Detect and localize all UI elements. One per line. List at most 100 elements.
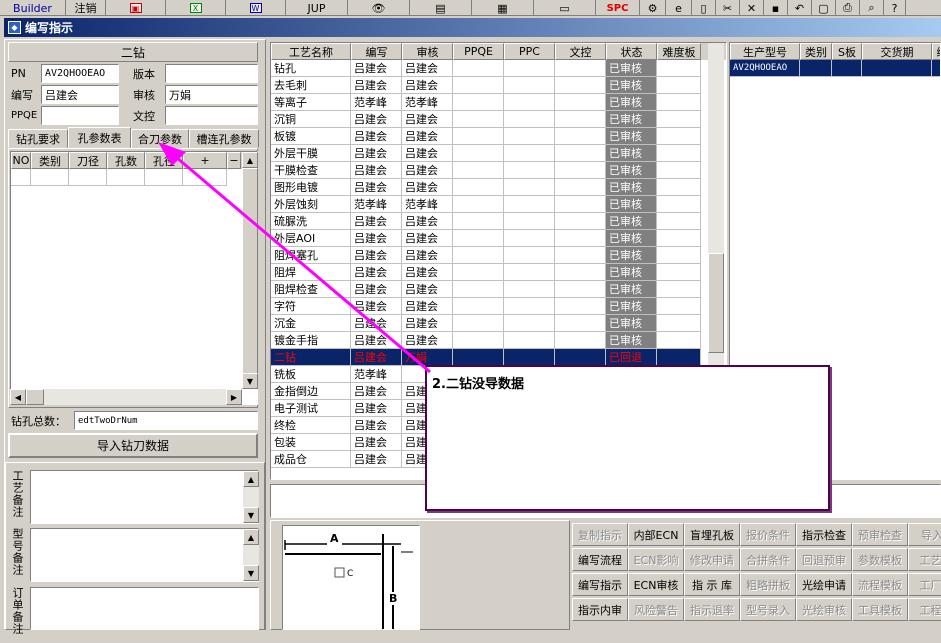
action-button[interactable]: 指示检查 bbox=[796, 523, 852, 546]
logout-button[interactable]: 注销 bbox=[66, 0, 106, 16]
action-button[interactable]: 指 示 库 bbox=[684, 573, 740, 596]
column-header[interactable]: S板 bbox=[832, 43, 862, 60]
eye-icon[interactable]: 👁 bbox=[348, 0, 410, 16]
tab-tool-parameters[interactable]: 合刀参数 bbox=[131, 129, 189, 148]
close-icon[interactable]: ✕ bbox=[740, 0, 764, 16]
action-button[interactable]: 流程模板 bbox=[852, 573, 908, 596]
action-button[interactable]: 工具模板 bbox=[852, 598, 908, 621]
builder-menu[interactable]: Builder bbox=[0, 0, 66, 16]
action-button[interactable]: 指示内审 bbox=[572, 598, 628, 621]
spc-button[interactable]: SPC bbox=[596, 0, 640, 16]
review-field[interactable]: 万娟 bbox=[165, 85, 258, 104]
action-button[interactable]: ECN审核 bbox=[628, 573, 684, 596]
column-header[interactable]: 孔数 bbox=[107, 152, 145, 169]
ppqe-field[interactable] bbox=[41, 106, 119, 125]
action-button[interactable]: 工程暂 bbox=[908, 598, 941, 621]
tab-hole-parameters[interactable]: 孔参数表 bbox=[68, 127, 131, 148]
table-row[interactable]: 外层AOI 吕建会 吕建会 已审核 bbox=[271, 230, 726, 247]
help-icon[interactable]: ? bbox=[884, 0, 906, 16]
tab-slot-parameters[interactable]: 槽连孔参数 bbox=[189, 129, 259, 148]
table-row[interactable]: 阻焊塞孔 吕建会 吕建会 已审核 bbox=[271, 247, 726, 264]
process-note-field[interactable] bbox=[30, 470, 259, 524]
action-button[interactable]: 导入C bbox=[908, 523, 941, 546]
save-icon[interactable]: ▪ bbox=[764, 0, 788, 16]
pn-field[interactable]: AV2QHOOEAO bbox=[41, 64, 119, 83]
column-header[interactable]: NO bbox=[11, 152, 31, 169]
model-note-scrollbar[interactable]: ▲ ▼ bbox=[243, 529, 259, 581]
network-icon[interactable]: ▦ bbox=[472, 0, 534, 16]
database-icon[interactable]: ▤ bbox=[410, 0, 472, 16]
action-button[interactable]: 报价条件 bbox=[740, 523, 796, 546]
cut-icon[interactable]: ✂ bbox=[716, 0, 740, 16]
action-button[interactable]: 修改申请 bbox=[684, 548, 740, 571]
column-header[interactable]: 工艺名称 bbox=[271, 43, 351, 60]
table-row[interactable]: 图形电镀 吕建会 吕建会 已审核 bbox=[271, 179, 726, 196]
new-file-icon[interactable]: ▯ bbox=[692, 0, 716, 16]
column-header[interactable]: 生产型号 bbox=[730, 43, 800, 60]
undo-icon[interactable]: ↶ bbox=[788, 0, 812, 16]
column-header[interactable]: 编写 bbox=[351, 43, 402, 60]
table-row[interactable]: 阻焊检查 吕建会 吕建会 已审核 bbox=[271, 281, 726, 298]
scroll-up-arrow-icon[interactable]: ▲ bbox=[242, 152, 258, 168]
action-button[interactable]: 工艺计 bbox=[908, 548, 941, 571]
action-button[interactable]: 风险警告 bbox=[628, 598, 684, 621]
writer-field[interactable]: 吕建会 bbox=[41, 85, 119, 104]
doc-control-field[interactable] bbox=[165, 106, 258, 125]
column-header[interactable]: PPQE bbox=[453, 43, 504, 60]
word-icon[interactable]: W bbox=[226, 0, 286, 16]
action-button[interactable]: 指示退率 bbox=[684, 598, 740, 621]
model-note-field[interactable] bbox=[30, 528, 259, 582]
column-header[interactable]: 编 bbox=[932, 43, 940, 60]
column-header[interactable]: 审核 bbox=[402, 43, 453, 60]
action-button[interactable]: 回退预审 bbox=[796, 548, 852, 571]
action-button[interactable]: 盲埋孔板 bbox=[684, 523, 740, 546]
column-header[interactable]: − bbox=[227, 152, 241, 169]
browser-icon[interactable]: e bbox=[666, 0, 692, 16]
hscroll-thumb[interactable] bbox=[26, 389, 44, 405]
column-header[interactable]: + bbox=[183, 152, 227, 169]
action-button[interactable]: 内部ECN bbox=[628, 523, 684, 546]
process-note-scrollbar[interactable]: ▲ ▼ bbox=[243, 471, 259, 523]
param-vertical-scrollbar[interactable]: ▲ ▼ bbox=[242, 152, 258, 389]
column-header[interactable]: 刀径 bbox=[69, 152, 107, 169]
report-icon[interactable]: ▣ bbox=[106, 0, 166, 16]
table-row[interactable]: 干膜检查 吕建会 吕建会 已审核 bbox=[271, 162, 726, 179]
action-button[interactable]: 复制指示 bbox=[572, 523, 628, 546]
hole-param-grid[interactable]: NO 类别 刀径 孔数 孔径 + − bbox=[10, 151, 258, 405]
table-row[interactable]: 沉铜 吕建会 吕建会 已审核 bbox=[271, 111, 726, 128]
action-button[interactable]: 工厂警 bbox=[908, 573, 941, 596]
print-icon[interactable]: ⎙ bbox=[836, 0, 860, 16]
tab-drill-requirements[interactable]: 钻孔要求 bbox=[8, 129, 68, 148]
param-horizontal-scrollbar[interactable]: ◀ ▶ bbox=[10, 389, 242, 405]
table-row[interactable]: 外层蚀刻 范孝峰 范孝峰 已审核 bbox=[271, 196, 726, 213]
scroll-left-arrow-icon[interactable]: ◀ bbox=[10, 389, 26, 405]
column-header[interactable]: 类别 bbox=[800, 43, 832, 60]
order-note-field[interactable] bbox=[30, 587, 259, 630]
table-row[interactable]: 二钻 吕建会 万娟 已回退 bbox=[271, 349, 726, 366]
table-row[interactable]: 等离子 范孝峰 范孝峰 已审核 bbox=[271, 94, 726, 111]
table-row[interactable]: 去毛刺 吕建会 吕建会 已审核 bbox=[271, 77, 726, 94]
table-row[interactable]: 沉金 吕建会 吕建会 已审核 bbox=[271, 315, 726, 332]
table-row[interactable]: 外层干膜 吕建会 吕建会 已审核 bbox=[271, 145, 726, 162]
table-row[interactable]: 阻焊 吕建会 吕建会 已审核 bbox=[271, 264, 726, 281]
column-header[interactable]: 类别 bbox=[31, 152, 69, 169]
action-button[interactable]: 光绘审核 bbox=[796, 598, 852, 621]
column-header[interactable]: 状态 bbox=[606, 43, 657, 60]
scroll-down-arrow-icon[interactable]: ▼ bbox=[242, 373, 258, 389]
excel-icon[interactable]: X bbox=[166, 0, 226, 16]
table-row[interactable]: 硫脲洗 吕建会 吕建会 已审核 bbox=[271, 213, 726, 230]
drill-total-field[interactable]: edtTwoDrNum bbox=[74, 411, 258, 430]
action-button[interactable]: 编写指示 bbox=[572, 573, 628, 596]
table-row[interactable]: AV2QHOOEAO bbox=[730, 60, 940, 77]
action-button[interactable]: 编写流程 bbox=[572, 548, 628, 571]
action-button[interactable]: 光绘申请 bbox=[796, 573, 852, 596]
column-header[interactable]: 交货期 bbox=[862, 43, 932, 60]
table-row[interactable]: 字符 吕建会 吕建会 已审核 bbox=[271, 298, 726, 315]
action-button[interactable]: 合拼条件 bbox=[740, 548, 796, 571]
column-header[interactable]: 孔径 bbox=[145, 152, 183, 169]
table-row[interactable]: 镀金手指 吕建会 吕建会 已审核 bbox=[271, 332, 726, 349]
column-header[interactable]: 难度板 bbox=[657, 43, 701, 60]
process-scroll-thumb[interactable] bbox=[708, 253, 724, 353]
column-header[interactable]: PPC bbox=[504, 43, 555, 60]
action-button[interactable]: 参数模板 bbox=[852, 548, 908, 571]
